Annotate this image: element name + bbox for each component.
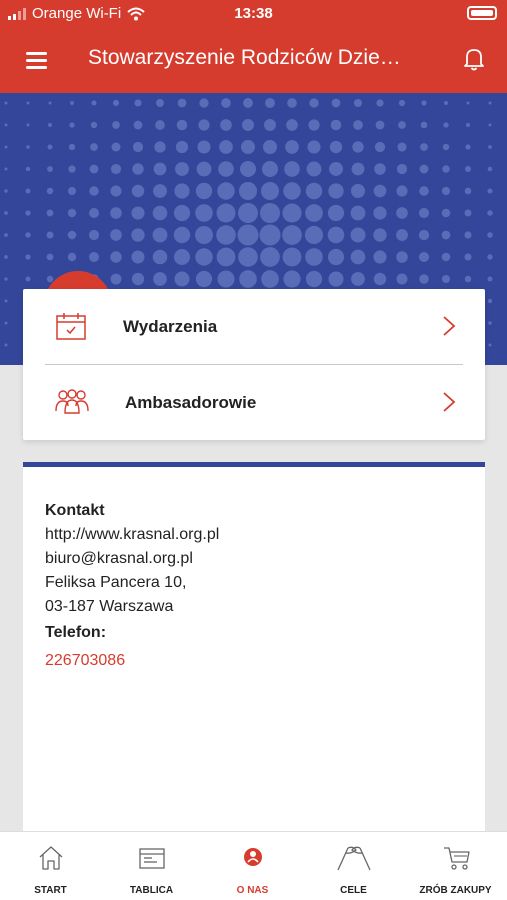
contact-address-street: Feliksa Pancera 10,: [45, 574, 187, 591]
contact-heading: Kontakt: [45, 502, 105, 519]
menu-item-wydarzenia[interactable]: Wydarzenia: [23, 289, 485, 364]
menu-item-label: Wydarzenia: [123, 317, 218, 336]
chevron-right-icon: [443, 316, 456, 336]
hamburger-menu-button[interactable]: [20, 47, 52, 75]
tab-start[interactable]: START: [0, 832, 101, 900]
app-header: Stowarzyszenie Rodziców Dzie…: [0, 28, 507, 93]
menu-item-ambasadorowie[interactable]: Ambasadorowie: [23, 365, 485, 440]
tab-label: CELE: [340, 885, 367, 896]
tab-cele[interactable]: CELE: [303, 832, 404, 900]
contact-email[interactable]: biuro@krasnal.org.pl: [45, 547, 219, 571]
tab-tablica[interactable]: TABLICA: [101, 832, 202, 900]
status-time: 13:38: [234, 5, 273, 22]
home-icon: [39, 846, 63, 870]
calendar-icon: [56, 313, 86, 340]
bell-icon[interactable]: [460, 45, 488, 73]
tab-label: O NAS: [236, 885, 269, 896]
tab-label: START: [34, 885, 67, 896]
menu-card: Wydarzenia Ambasadorowie: [23, 289, 485, 440]
phone-link[interactable]: 226703086: [45, 649, 219, 673]
menu-item-label: Ambasadorowie: [125, 393, 257, 412]
contact-card: Kontakt http://www.krasnal.org.pl biuro@…: [23, 462, 485, 834]
cart-icon: [444, 847, 470, 870]
battery-icon: [467, 6, 497, 20]
chevron-right-icon: [443, 392, 456, 412]
status-bar: Orange Wi-Fi 13:38: [0, 0, 507, 28]
tab-label: ZRÓB ZAKUPY: [419, 885, 492, 896]
contact-website[interactable]: http://www.krasnal.org.pl: [45, 523, 219, 547]
contact-address-city: 03-187 Warszawa: [45, 598, 174, 615]
contact-info: Kontakt http://www.krasnal.org.pl biuro@…: [45, 499, 219, 673]
flags-icon: [337, 846, 371, 871]
top-bar: Orange Wi-Fi 13:38 Stowarzyszenie Rodzic…: [0, 0, 507, 93]
tab-zrob-zakupy[interactable]: ZRÓB ZAKUPY: [404, 832, 507, 900]
tab-o-nas[interactable]: O NAS: [202, 832, 303, 900]
phone-label: Telefon:: [45, 624, 107, 641]
bottom-tab-bar: START TABLICA O NAS CELE ZRÓB ZAKUPY: [0, 831, 507, 900]
page-title: Stowarzyszenie Rodziców Dzie…: [88, 46, 401, 69]
board-icon: [139, 848, 165, 869]
people-icon: [55, 389, 89, 414]
tab-label: TABLICA: [129, 885, 174, 896]
emblem-icon: [244, 848, 262, 866]
